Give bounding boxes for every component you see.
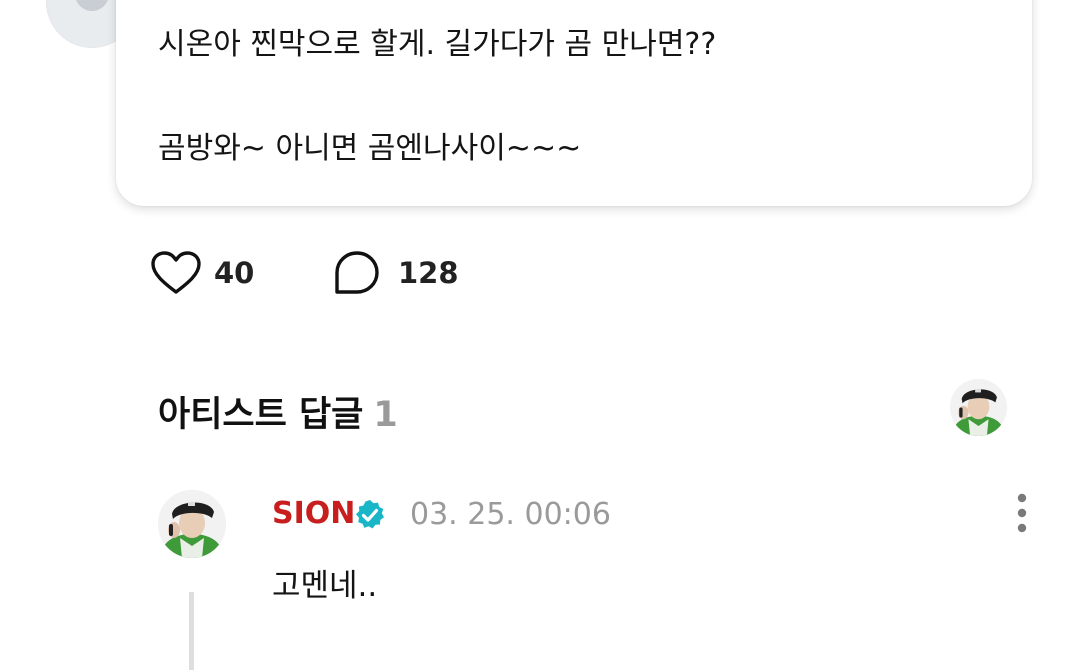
artist-photo-icon bbox=[950, 379, 1007, 436]
verified-badge-icon bbox=[356, 500, 384, 529]
artist-replies-count: 1 bbox=[373, 395, 398, 435]
post-text-line-2: 곰방와~ 아니면 곰엔나사이~~~ bbox=[158, 131, 582, 166]
artist-photo-icon bbox=[158, 490, 226, 558]
like-count: 40 bbox=[214, 256, 255, 290]
reply-timestamp: 03. 25. 00:06 bbox=[410, 497, 611, 532]
artist-avatar-small[interactable] bbox=[950, 379, 1007, 436]
thread-line bbox=[189, 592, 194, 670]
speech-bubble-icon bbox=[335, 251, 379, 294]
post-detail-screen: 시온아 찐막으로 할게. 길가다가 곰 만나면?? 곰방와~ 아니면 곰엔나사이… bbox=[0, 0, 1080, 670]
like-button[interactable]: 40 bbox=[150, 250, 254, 296]
default-avatar-icon bbox=[75, 0, 109, 11]
artist-replies-title: 아티스트 답글 bbox=[158, 395, 364, 435]
comment-count: 128 bbox=[398, 256, 459, 290]
heart-icon bbox=[151, 251, 201, 294]
comment-button[interactable]: 128 bbox=[334, 250, 459, 296]
artist-replies-header: 아티스트 답글 1 bbox=[158, 386, 398, 437]
reply-author-name[interactable]: SION bbox=[272, 496, 355, 531]
reply-text: 고멘네.. bbox=[272, 568, 378, 604]
reply-author-avatar[interactable] bbox=[158, 490, 226, 558]
post-text-line-1: 시온아 찐막으로 할게. 길가다가 곰 만나면?? bbox=[158, 27, 717, 62]
more-options-icon[interactable] bbox=[1008, 492, 1036, 536]
